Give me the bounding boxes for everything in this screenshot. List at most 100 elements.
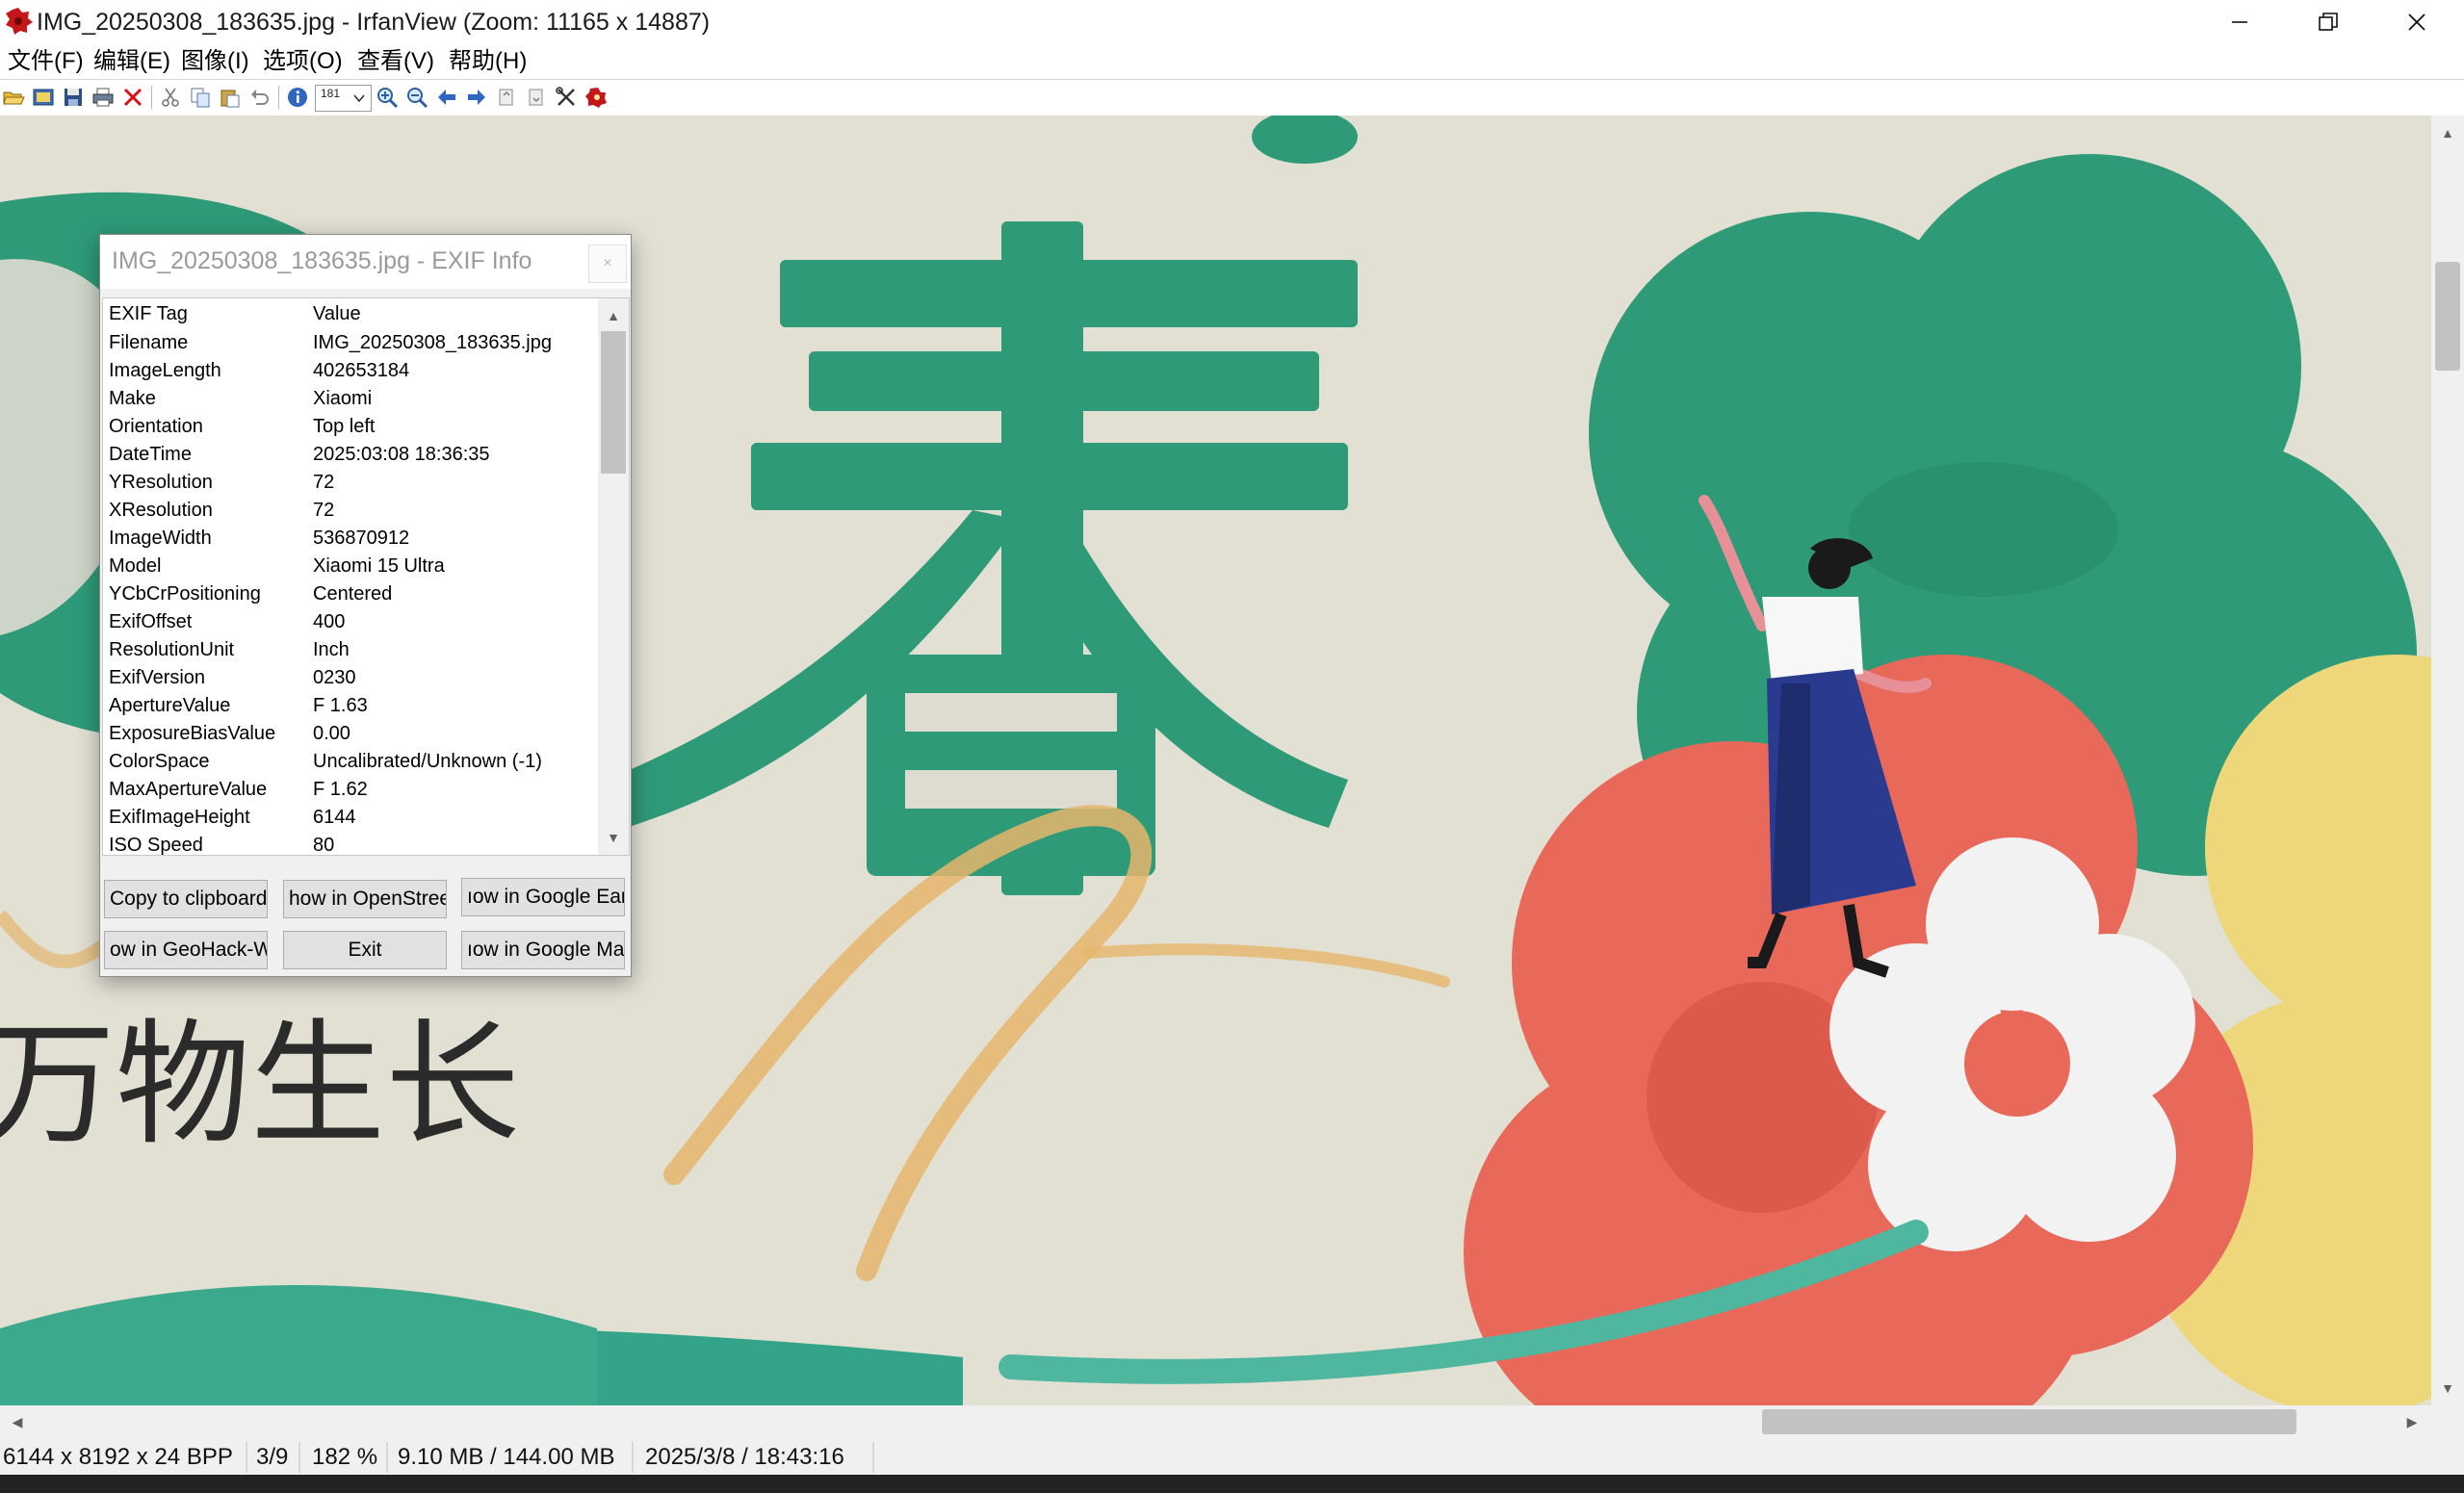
undo-icon[interactable] <box>248 86 272 109</box>
status-size: 9.10 MB / 144.00 MB <box>398 1444 615 1470</box>
exit-icon[interactable] <box>584 86 608 109</box>
open-icon[interactable] <box>2 86 25 109</box>
exif-row[interactable]: ExifImageHeight 6144 <box>103 804 596 832</box>
exif-row[interactable]: ISO Speed 80 <box>103 832 596 856</box>
horizontal-scrollbar[interactable]: ◀ ▶ <box>0 1405 2431 1438</box>
exif-row[interactable]: Model Xiaomi 15 Ultra <box>103 553 596 580</box>
scroll-down-icon[interactable]: ▼ <box>2438 1378 2457 1398</box>
cut-icon[interactable] <box>159 86 182 109</box>
save-icon[interactable] <box>62 86 85 109</box>
exif-row[interactable]: ColorSpace Uncalibrated/Unknown (-1) <box>103 748 596 776</box>
status-date: 2025/3/8 / 18:43:16 <box>645 1444 844 1470</box>
close-icon <box>2408 13 2425 31</box>
exif-row[interactable]: Orientation Top left <box>103 413 596 441</box>
next-icon[interactable] <box>465 86 488 109</box>
scrollbar-corner <box>2431 1405 2464 1438</box>
exif-row[interactable]: Make Xiaomi <box>103 385 596 413</box>
menu-bar: 文件(F) 编辑(E) 图像(I) 选项(O) 查看(V) 帮助(H) <box>0 44 2464 79</box>
irfanview-logo-icon <box>3 6 34 37</box>
exif-row[interactable]: DateTime 2025:03:08 18:36:35 <box>103 441 596 469</box>
exif-row[interactable]: ExifVersion 0230 <box>103 664 596 692</box>
exif-row-value: Xiaomi <box>313 388 373 409</box>
exif-row[interactable]: Filename IMG_20250308_183635.jpg <box>103 329 596 357</box>
minimize-icon <box>2232 21 2247 23</box>
copy-icon[interactable] <box>189 86 212 109</box>
exif-row-value: Uncalibrated/Unknown (-1) <box>313 751 542 772</box>
exif-row-value: 2025:03:08 18:36:35 <box>313 444 490 465</box>
exif-row-tag: Make <box>109 388 156 409</box>
exif-row-tag: DateTime <box>109 444 192 465</box>
show-in-google-earth-button[interactable]: ıow in Google Ear <box>461 878 625 916</box>
exif-list-scroll-thumb[interactable] <box>601 331 626 474</box>
minimize-button[interactable] <box>2195 0 2284 44</box>
exif-row[interactable]: ApertureValue F 1.63 <box>103 692 596 720</box>
exif-row-tag: Filename <box>109 332 189 353</box>
exif-row[interactable]: MaxApertureValue F 1.62 <box>103 776 596 804</box>
exit-button[interactable]: Exit <box>283 931 447 969</box>
scroll-left-icon[interactable]: ◀ <box>8 1412 27 1431</box>
show-in-google-maps-button[interactable]: ıow in Google Ma <box>461 931 625 969</box>
menu-help[interactable]: 帮助(H) <box>449 47 527 76</box>
exif-row-value: 80 <box>313 835 335 856</box>
show-in-geohack-button[interactable]: ow in GeoHack-W <box>104 931 268 969</box>
vertical-scroll-thumb[interactable] <box>2435 262 2460 371</box>
exif-row-value: 6144 <box>313 807 356 828</box>
scroll-right-icon[interactable]: ▶ <box>2402 1412 2422 1431</box>
exif-row-tag: ApertureValue <box>109 695 231 716</box>
exif-row-value: 72 <box>313 472 335 493</box>
scroll-up-icon[interactable]: ▲ <box>2438 123 2457 142</box>
horizontal-scroll-thumb[interactable] <box>1762 1409 2296 1434</box>
copy-to-clipboard-button[interactable]: Copy to clipboard <box>104 880 268 918</box>
previous-icon[interactable] <box>435 86 458 109</box>
exif-row[interactable]: YResolution 72 <box>103 469 596 497</box>
scroll-up-icon[interactable]: ▲ <box>604 306 623 325</box>
zoom-in-icon[interactable] <box>376 86 399 109</box>
exif-dialog-titlebar[interactable]: IMG_20250308_183635.jpg - EXIF Info × <box>100 235 631 289</box>
menu-options[interactable]: 选项(O) <box>263 47 343 76</box>
exif-list[interactable]: EXIF Tag Value Filename IMG_20250308_1836… <box>102 297 630 856</box>
slideshow-icon[interactable] <box>32 86 55 109</box>
zoom-combo-value: 181 <box>321 87 341 100</box>
delete-icon[interactable] <box>121 86 144 109</box>
menu-file[interactable]: 文件(F) <box>8 47 84 76</box>
settings-icon[interactable] <box>555 86 578 109</box>
exif-row[interactable]: XResolution 72 <box>103 497 596 525</box>
status-index: 3/9 <box>256 1444 289 1470</box>
status-divider <box>632 1442 634 1473</box>
exif-list-scrollbar[interactable]: ▲ ▼ <box>598 298 629 855</box>
taskbar-strip <box>0 1475 2464 1493</box>
exif-row[interactable]: YCbCrPositioning Centered <box>103 580 596 608</box>
zoom-combo[interactable]: 181 <box>315 85 372 112</box>
paste-icon[interactable] <box>219 86 242 109</box>
exif-row-tag: Orientation <box>109 416 203 437</box>
menu-view[interactable]: 查看(V) <box>357 47 434 76</box>
scroll-down-icon[interactable]: ▼ <box>604 828 623 847</box>
menu-edit[interactable]: 编辑(E) <box>93 47 170 76</box>
exif-row-value: Xiaomi 15 Ultra <box>313 555 445 577</box>
exif-row[interactable]: ImageLength 402653184 <box>103 357 596 385</box>
exif-close-button[interactable]: × <box>588 245 627 283</box>
restore-button[interactable] <box>2284 0 2373 44</box>
image-text-wanwushengzhang: 万物生长 <box>0 1007 520 1164</box>
toolbar-separator <box>151 86 152 109</box>
print-icon[interactable] <box>91 86 115 109</box>
info-icon[interactable] <box>286 86 309 109</box>
show-in-openstreetmap-button[interactable]: how in OpenStree <box>283 880 447 918</box>
close-button[interactable] <box>2373 0 2461 44</box>
exif-row-tag: ImageWidth <box>109 528 212 549</box>
menu-image[interactable]: 图像(I) <box>181 47 249 76</box>
vertical-scrollbar[interactable]: ▲ ▼ <box>2431 116 2464 1405</box>
toolbar-separator <box>278 86 279 109</box>
exif-row[interactable]: ResolutionUnit Inch <box>103 636 596 664</box>
exif-row[interactable]: ImageWidth 536870912 <box>103 525 596 553</box>
exif-dialog-title: IMG_20250308_183635.jpg - EXIF Info <box>112 247 532 274</box>
exif-row[interactable]: ExposureBiasValue 0.00 <box>103 720 596 748</box>
first-page-icon[interactable] <box>495 86 518 109</box>
last-page-icon[interactable] <box>525 86 548 109</box>
exif-row-value: Inch <box>313 639 350 660</box>
zoom-out-icon[interactable] <box>405 86 428 109</box>
exif-row-value: 402653184 <box>313 360 410 381</box>
exif-row-tag: ExifOffset <box>109 611 193 632</box>
status-divider <box>872 1442 874 1473</box>
exif-row[interactable]: ExifOffset 400 <box>103 608 596 636</box>
